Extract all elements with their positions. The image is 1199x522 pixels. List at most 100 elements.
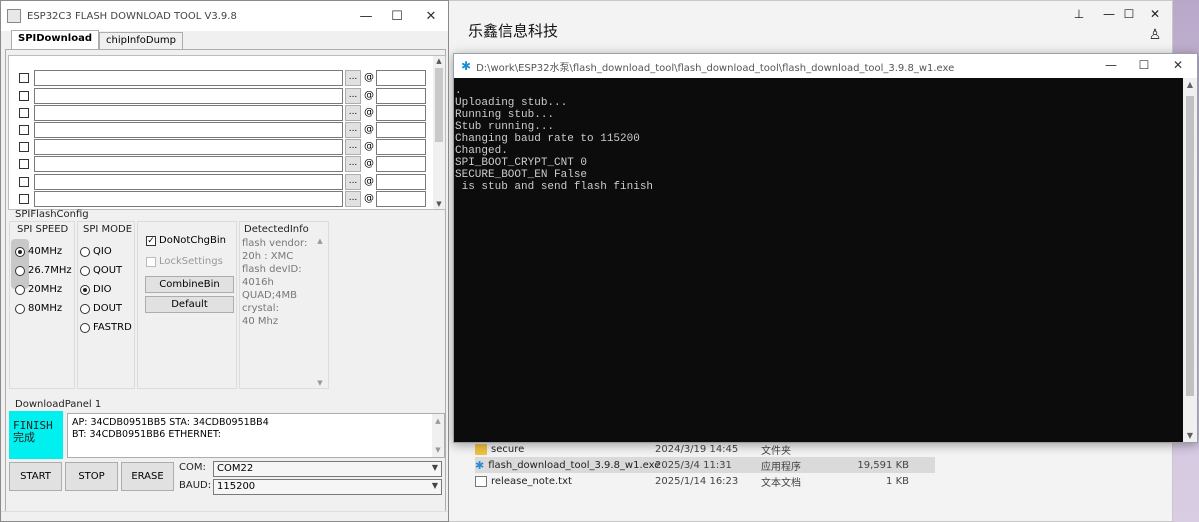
bin-enable-checkbox[interactable] [19, 108, 29, 118]
stop-button[interactable]: STOP [65, 462, 118, 491]
scroll-thumb[interactable] [435, 68, 443, 142]
bottom-scrollbar[interactable] [1, 511, 448, 521]
bin-address-input[interactable] [376, 139, 426, 155]
mode-option-fastrd[interactable]: FASTRD [80, 322, 132, 333]
chevron-down-icon: ▼ [431, 481, 438, 490]
bin-enable-checkbox[interactable] [19, 177, 29, 187]
speed-option-20mhz[interactable]: 20MHz [15, 284, 62, 295]
close-icon[interactable]: ✕ [1143, 7, 1167, 21]
mode-option-dout[interactable]: DOUT [80, 303, 122, 314]
minimize-icon[interactable]: — [1098, 58, 1124, 72]
bin-path-input[interactable] [34, 139, 343, 155]
maximize-icon[interactable]: ☐ [382, 9, 412, 24]
do-not-chg-bin-label: DoNotChgBin [159, 235, 226, 246]
bin-list-scrollbar[interactable]: ▲ ▼ [433, 56, 445, 209]
bin-address-input[interactable] [376, 174, 426, 190]
radio-button[interactable] [80, 284, 90, 295]
checkbox[interactable]: ✓ [146, 235, 156, 246]
mac-info-scrollbar[interactable]: ▲ ▼ [432, 414, 444, 457]
browse-button[interactable]: ... [345, 174, 361, 190]
scroll-up-icon[interactable]: ▲ [432, 415, 444, 427]
scroll-up-icon[interactable]: ▲ [1183, 80, 1197, 89]
scroll-down-icon[interactable]: ▼ [314, 379, 326, 387]
baud-rate-select[interactable]: 115200 ▼ [213, 479, 442, 495]
close-icon[interactable]: ✕ [1165, 58, 1191, 72]
com-port-select[interactable]: COM22 ▼ [213, 461, 442, 477]
console-scrollbar[interactable]: ▲ ▼ [1183, 78, 1197, 442]
combine-bin-button[interactable]: CombineBin [145, 276, 234, 293]
browse-button[interactable]: ... [345, 191, 361, 207]
scroll-up-icon[interactable]: ▲ [433, 57, 445, 65]
file-row[interactable]: ✱ flash_download_tool_3.9.8_w1.exe 2025/3… [475, 457, 935, 473]
minimize-icon[interactable]: — [351, 9, 381, 24]
start-button[interactable]: START [9, 462, 62, 491]
browse-button[interactable]: ... [345, 139, 361, 155]
bin-enable-checkbox[interactable] [19, 142, 29, 152]
bin-path-input[interactable] [34, 88, 343, 104]
bin-enable-checkbox[interactable] [19, 91, 29, 101]
radio-button[interactable] [80, 246, 90, 257]
maximize-icon[interactable]: ☐ [1131, 58, 1157, 72]
bin-address-input[interactable] [376, 105, 426, 121]
bin-file-row: ... @ [9, 121, 434, 138]
bin-path-input[interactable] [34, 70, 343, 86]
com-label: COM: [179, 462, 206, 473]
checkbox[interactable] [146, 256, 156, 267]
erase-button[interactable]: ERASE [121, 462, 174, 491]
default-button[interactable]: Default [145, 296, 234, 313]
scroll-down-icon[interactable]: ▼ [432, 444, 444, 456]
bin-enable-checkbox[interactable] [19, 125, 29, 135]
radio-button[interactable] [80, 322, 90, 333]
bin-address-input[interactable] [376, 156, 426, 172]
radio-button[interactable] [15, 246, 25, 257]
tab-chipinfodump[interactable]: chipInfoDump [98, 32, 183, 49]
bin-enable-checkbox[interactable] [19, 194, 29, 204]
scroll-up-icon[interactable]: ▲ [314, 237, 326, 245]
close-icon[interactable]: ✕ [416, 9, 446, 24]
radio-button[interactable] [15, 303, 25, 314]
bin-path-input[interactable] [34, 122, 343, 138]
browse-button[interactable]: ... [345, 88, 361, 104]
scroll-down-icon[interactable]: ▼ [433, 200, 445, 208]
file-name: release_note.txt [491, 475, 572, 487]
speed-option-26-7mhz[interactable]: 26.7MHz [15, 265, 72, 276]
speed-option-80mhz[interactable]: 80MHz [15, 303, 62, 314]
file-name: secure [491, 443, 525, 455]
mode-option-qio[interactable]: QIO [80, 246, 112, 257]
detected-info-scrollbar[interactable]: ▲ ▼ [314, 235, 326, 389]
browse-button[interactable]: ... [345, 105, 361, 121]
bin-path-input[interactable] [34, 156, 343, 172]
bin-path-input[interactable] [34, 105, 343, 121]
bin-address-input[interactable] [376, 70, 426, 86]
maximize-icon[interactable]: ☐ [1117, 7, 1141, 21]
mode-option-dio[interactable]: DIO [80, 284, 112, 295]
do-not-chg-bin-checkbox[interactable]: ✓ DoNotChgBin [146, 235, 226, 246]
radio-button[interactable] [15, 265, 25, 276]
tab-spidownload[interactable]: SPIDownload [11, 30, 99, 49]
radio-button[interactable] [15, 284, 25, 295]
bin-path-input[interactable] [34, 174, 343, 190]
lock-settings-checkbox[interactable]: LockSettings [146, 256, 223, 267]
file-size: 1 KB [886, 475, 909, 487]
mode-option-qout[interactable]: QOUT [80, 265, 122, 276]
console-titlebar[interactable]: ✱ D:\work\ESP32水泵\flash_download_tool\fl… [454, 54, 1197, 78]
file-row[interactable]: secure 2024/3/19 14:45 文件夹 [475, 441, 935, 457]
speed-option-40mhz[interactable]: 40MHz [15, 246, 62, 257]
bin-path-input[interactable] [34, 191, 343, 207]
scroll-down-icon[interactable]: ▼ [1183, 431, 1197, 440]
bin-address-input[interactable] [376, 191, 426, 207]
user-icon[interactable]: ♙ [1143, 27, 1167, 43]
browse-button[interactable]: ... [345, 122, 361, 138]
console-line: Uploading stub... [455, 97, 568, 109]
bin-enable-checkbox[interactable] [19, 73, 29, 83]
scroll-thumb[interactable] [1186, 96, 1194, 396]
browse-button[interactable]: ... [345, 156, 361, 172]
bin-address-input[interactable] [376, 88, 426, 104]
bin-enable-checkbox[interactable] [19, 159, 29, 169]
browse-button[interactable]: ... [345, 70, 361, 86]
file-row[interactable]: release_note.txt 2025/1/14 16:23 文本文档 1 … [475, 473, 935, 489]
radio-button[interactable] [80, 303, 90, 314]
bin-address-input[interactable] [376, 122, 426, 138]
pin-icon[interactable]: ⊥ [1067, 7, 1091, 21]
radio-button[interactable] [80, 265, 90, 276]
